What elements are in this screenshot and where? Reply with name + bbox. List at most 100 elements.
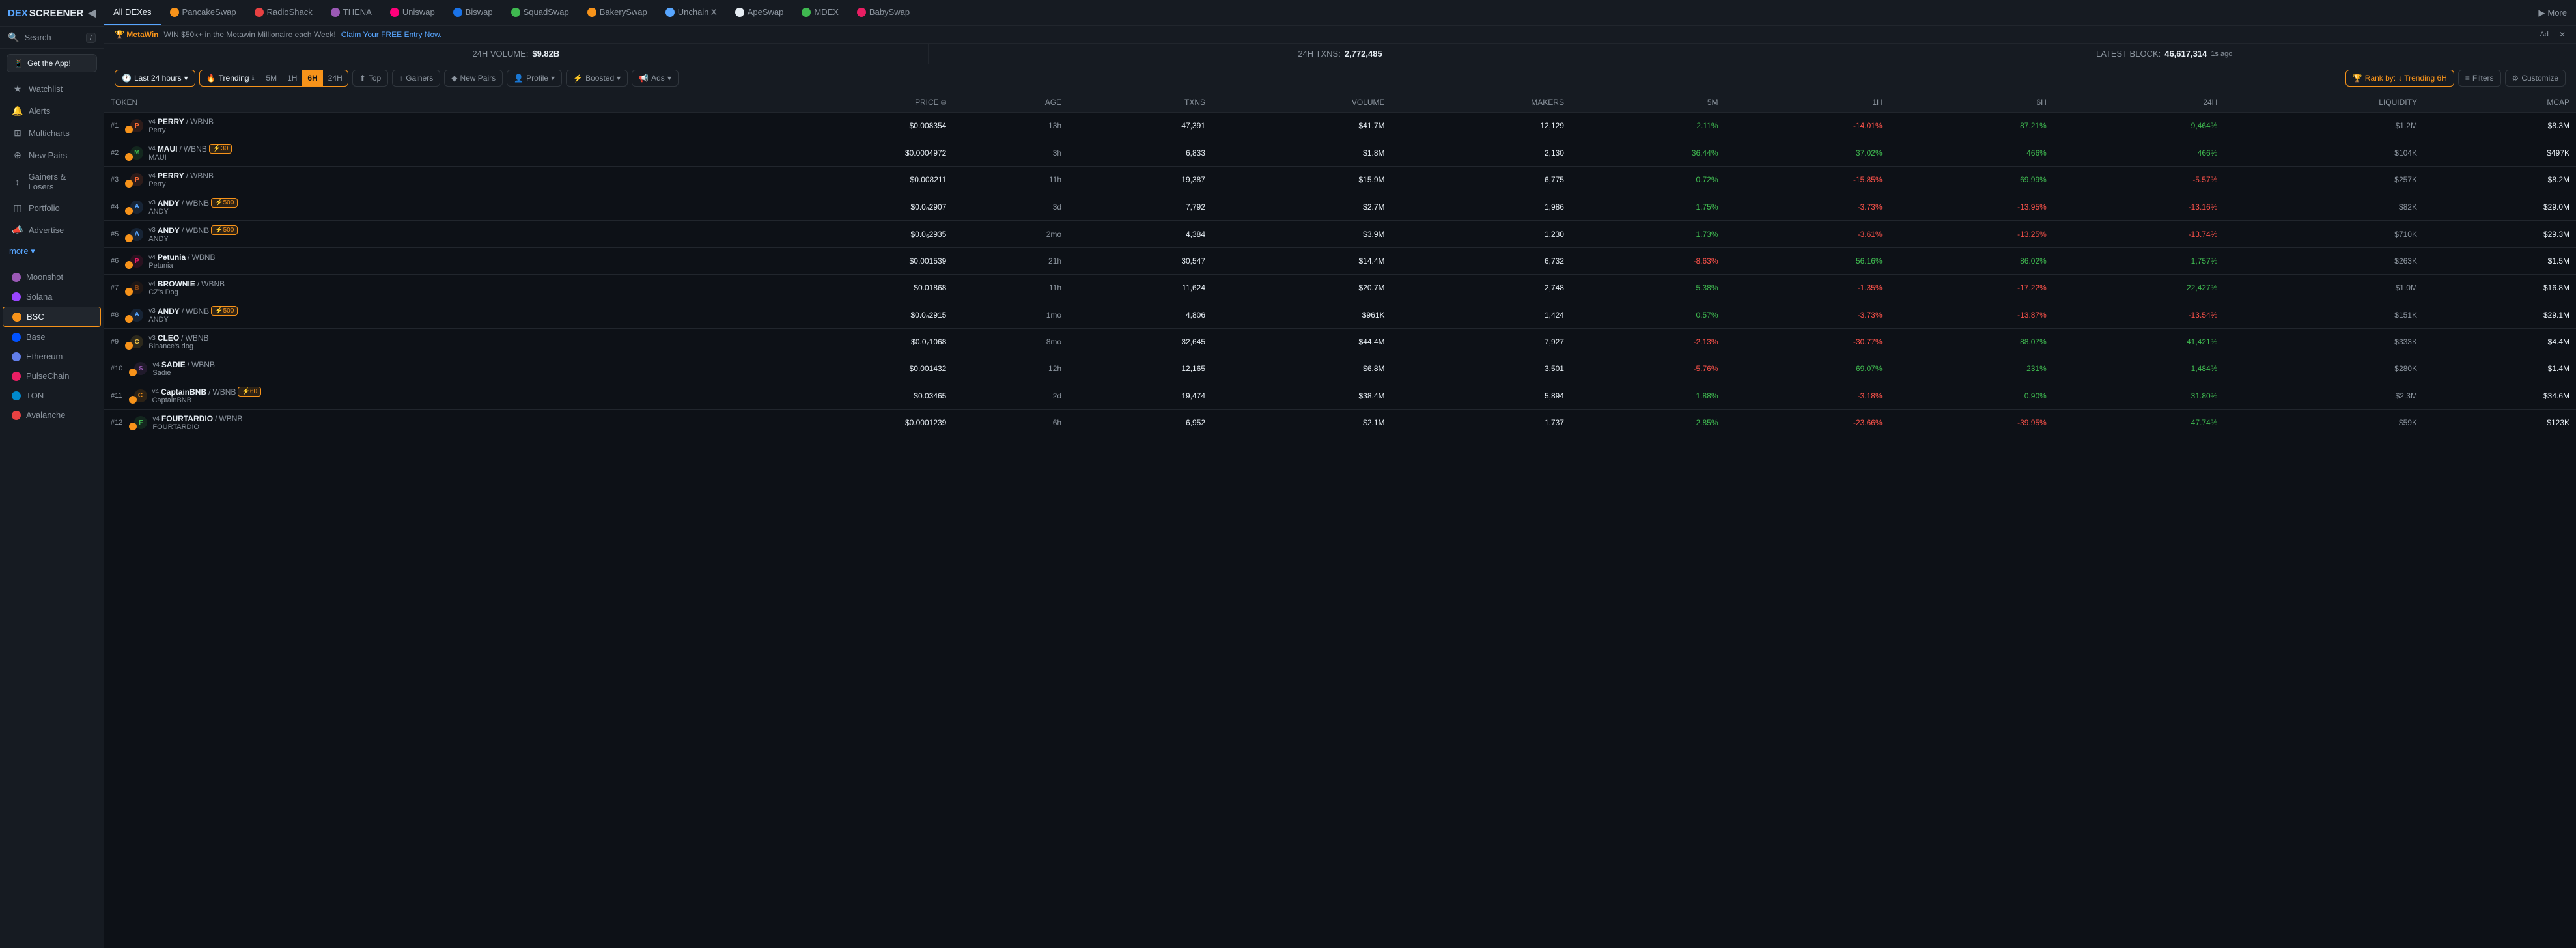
th-liquidity[interactable]: LIQUIDITY bbox=[2224, 92, 2424, 113]
boosted-tab-button[interactable]: ⚡ Boosted ▾ bbox=[566, 70, 628, 87]
table-row[interactable]: #1 P v4 PERRY / WBNB Perry $0.0083 bbox=[104, 113, 2576, 139]
more-dexes-button[interactable]: ▶ More bbox=[2529, 0, 2576, 25]
m5-cell: 1.75% bbox=[1571, 193, 1725, 221]
sidebar-item-multicharts[interactable]: ⊞ Multicharts bbox=[3, 122, 101, 144]
th-makers[interactable]: MAKERS bbox=[1392, 92, 1571, 113]
token-name-group: v3 ANDY / WBNB ⚡500 ANDY bbox=[148, 306, 238, 324]
table-row[interactable]: #10 S v4 SADIE / WBNB Sadie $0.001 bbox=[104, 356, 2576, 382]
th-token[interactable]: TOKEN bbox=[104, 92, 741, 113]
top-nav-apeswap[interactable]: ApeSwap bbox=[726, 0, 793, 25]
makers-cell: 1,230 bbox=[1392, 221, 1571, 248]
price-cell: $0.0001239 bbox=[741, 410, 953, 436]
profile-tab-button[interactable]: 👤 Profile ▾ bbox=[507, 70, 562, 87]
price-cell: $0.001539 bbox=[741, 248, 953, 275]
th-age[interactable]: AGE bbox=[953, 92, 1068, 113]
top-tab-button[interactable]: ⬆ Top bbox=[352, 70, 388, 87]
m5-cell: 1.73% bbox=[1571, 221, 1725, 248]
squadswap-icon bbox=[511, 8, 520, 17]
portfolio-label: Portfolio bbox=[29, 203, 60, 213]
th-24h[interactable]: 24H bbox=[2053, 92, 2224, 113]
customize-button[interactable]: ⚙ Customize bbox=[2505, 70, 2566, 87]
trending-button[interactable]: 🔥 Trending ℹ bbox=[200, 70, 261, 86]
table-row[interactable]: #12 F v4 FOURTARDIO / WBNB FOURTARDIO bbox=[104, 410, 2576, 436]
table-row[interactable]: #4 A v3 ANDY / WBNB ⚡500 ANDY $0.0₆ bbox=[104, 193, 2576, 221]
th-1h[interactable]: 1H bbox=[1725, 92, 1889, 113]
table-row[interactable]: #8 A v3 ANDY / WBNB ⚡500 ANDY $0.0₆ bbox=[104, 301, 2576, 329]
token-slash: / bbox=[208, 387, 210, 397]
token-pair: v4 CaptainBNB / WBNB ⚡60 bbox=[152, 387, 262, 397]
last-24h-button[interactable]: 🕐 Last 24 hours ▾ bbox=[115, 70, 195, 86]
table-row[interactable]: #3 P v4 PERRY / WBNB Perry $0.0082 bbox=[104, 167, 2576, 193]
profile-icon: 👤 bbox=[514, 74, 524, 83]
sidebar-item-new-pairs[interactable]: ⊕ New Pairs bbox=[3, 145, 101, 166]
banner-close-btn[interactable]: ✕ bbox=[2559, 30, 2566, 39]
time-btn-5m[interactable]: 5M bbox=[260, 70, 282, 86]
top-nav-unchain-x[interactable]: Unchain X bbox=[656, 0, 726, 25]
rank-by-button[interactable]: 🏆 Rank by: ↓ Trending 6H bbox=[2345, 70, 2454, 87]
sidebar-item-advertise[interactable]: 📣 Advertise bbox=[3, 219, 101, 241]
token-pair: v4 BROWNIE / WBNB bbox=[148, 279, 225, 288]
top-nav-biswap[interactable]: Biswap bbox=[444, 0, 502, 25]
sidebar-item-bsc[interactable]: BSC bbox=[3, 307, 101, 327]
ads-tab-button[interactable]: 📢 Ads ▾ bbox=[632, 70, 679, 87]
sidebar-item-alerts[interactable]: 🔔 Alerts bbox=[3, 100, 101, 122]
th-txns[interactable]: TXNS bbox=[1068, 92, 1212, 113]
stat-txns: 24H TXNS: 2,772,485 bbox=[929, 44, 1753, 64]
table-row[interactable]: #11 C v4 CaptainBNB / WBNB ⚡60 CaptainBN… bbox=[104, 382, 2576, 410]
sidebar-item-portfolio[interactable]: ◫ Portfolio bbox=[3, 197, 101, 219]
top-nav-mdex[interactable]: MDEX bbox=[792, 0, 848, 25]
top-nav-uniswap[interactable]: Uniswap bbox=[381, 0, 444, 25]
time-btn-6h[interactable]: 6H bbox=[302, 70, 322, 86]
table-row[interactable]: #6 P v4 Petunia / WBNB Petunia $0. bbox=[104, 248, 2576, 275]
sidebar-more[interactable]: more ▾ bbox=[0, 242, 104, 261]
top-nav-bakeryswap[interactable]: BakerySwap bbox=[578, 0, 656, 25]
token-icons: A bbox=[125, 307, 145, 323]
filters-button[interactable]: ≡ Filters bbox=[2458, 70, 2501, 87]
sidebar-search[interactable]: 🔍 Search / bbox=[0, 27, 104, 49]
ad-icon: 📣 bbox=[12, 225, 23, 236]
makers-cell: 2,130 bbox=[1392, 139, 1571, 167]
new-pairs-tab-button[interactable]: ◆ New Pairs bbox=[444, 70, 503, 87]
sidebar-item-moonshot[interactable]: Moonshot bbox=[3, 268, 101, 286]
gainers-tab-button[interactable]: ↑ Gainers bbox=[392, 70, 440, 87]
get-app-button[interactable]: 📱 Get the App! bbox=[7, 54, 97, 72]
row-number: #6 bbox=[111, 257, 119, 265]
th-mcap[interactable]: MCAP bbox=[2424, 92, 2576, 113]
top-nav-radioshack[interactable]: RadioShack bbox=[245, 0, 322, 25]
sidebar-item-pulsechain[interactable]: PulseChain bbox=[3, 367, 101, 385]
token-pair: v4 MAUI / WBNB ⚡30 bbox=[148, 144, 232, 154]
token-icons: M bbox=[125, 145, 145, 161]
time-btn-24h[interactable]: 24H bbox=[323, 70, 348, 86]
top-nav-squadswap[interactable]: SquadSwap bbox=[502, 0, 578, 25]
th-6h[interactable]: 6H bbox=[1889, 92, 2053, 113]
top-nav-babyswap[interactable]: BabySwap bbox=[848, 0, 919, 25]
th-5m[interactable]: 5M bbox=[1571, 92, 1725, 113]
price-cell: $0.03465 bbox=[741, 382, 953, 410]
sidebar-item-solana[interactable]: Solana bbox=[3, 287, 101, 306]
table-row[interactable]: #5 A v3 ANDY / WBNB ⚡500 ANDY $0.0₆ bbox=[104, 221, 2576, 248]
m5-cell: 0.72% bbox=[1571, 167, 1725, 193]
sidebar-item-avalanche[interactable]: Avalanche bbox=[3, 406, 101, 425]
sidebar-item-gainers-losers[interactable]: ↕ Gainers & Losers bbox=[3, 167, 101, 197]
token-name-group: v3 ANDY / WBNB ⚡500 ANDY bbox=[148, 225, 238, 243]
top-nav-thena[interactable]: THENA bbox=[322, 0, 381, 25]
sidebar-collapse-btn[interactable]: ◀ bbox=[88, 7, 96, 20]
sidebar-item-base[interactable]: Base bbox=[3, 328, 101, 346]
sidebar-item-ethereum[interactable]: Ethereum bbox=[3, 347, 101, 366]
top-nav-all-dexes[interactable]: All DEXes bbox=[104, 0, 161, 25]
sidebar-item-watchlist[interactable]: ★ Watchlist bbox=[3, 78, 101, 100]
block-suffix: 1s ago bbox=[2211, 50, 2232, 58]
banner-link[interactable]: Claim Your FREE Entry Now. bbox=[341, 30, 442, 39]
th-volume[interactable]: VOLUME bbox=[1212, 92, 1391, 113]
table-row[interactable]: #7 B v4 BROWNIE / WBNB CZ's Dog $0 bbox=[104, 275, 2576, 301]
th-price[interactable]: PRICE ⛁ bbox=[741, 92, 953, 113]
table-row[interactable]: #2 M v4 MAUI / WBNB ⚡30 MAUI $0.000 bbox=[104, 139, 2576, 167]
logo-screener: SCREENER bbox=[29, 8, 83, 19]
table-row[interactable]: #9 C v3 CLEO / WBNB Binance's dog bbox=[104, 329, 2576, 356]
chevron-down-icon-ads: ▾ bbox=[667, 74, 671, 83]
sidebar-item-ton[interactable]: TON bbox=[3, 386, 101, 405]
time-btn-1h[interactable]: 1H bbox=[282, 70, 302, 86]
top-nav-pancakeswap[interactable]: PancakeSwap bbox=[161, 0, 245, 25]
token-quote: WBNB bbox=[186, 333, 209, 342]
version-badge: v3 bbox=[148, 335, 156, 342]
